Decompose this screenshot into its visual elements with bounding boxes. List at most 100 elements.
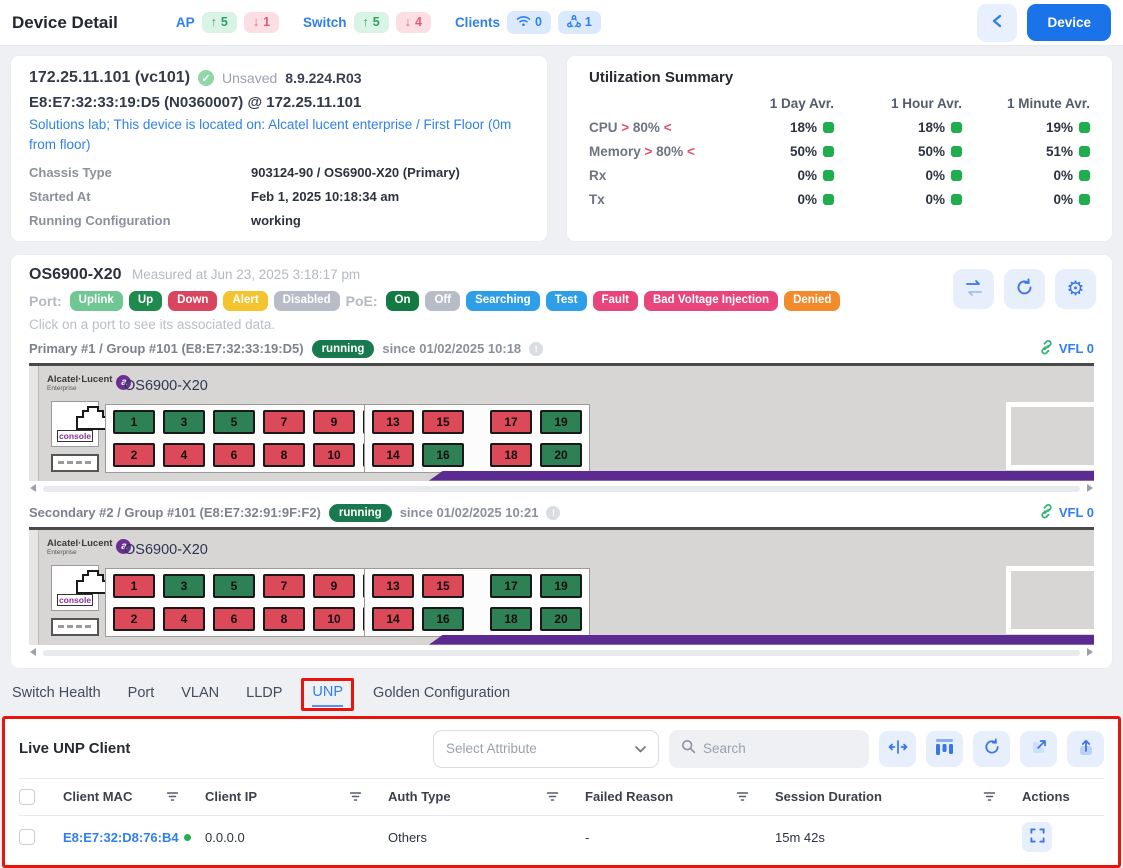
search-input[interactable] — [703, 741, 833, 756]
row-checkbox[interactable] — [19, 829, 35, 845]
stat-badge-up[interactable]: ↑5 — [354, 12, 389, 33]
port-18[interactable]: 18 — [490, 443, 532, 467]
port-13[interactable]: 13 — [372, 410, 414, 434]
swap-arrows-icon — [964, 279, 984, 300]
refresh-button[interactable] — [1004, 269, 1045, 309]
upload-icon — [1078, 739, 1094, 759]
port-15[interactable]: 15 — [422, 574, 464, 598]
port-1[interactable]: 1 — [113, 410, 155, 434]
port-4[interactable]: 4 — [163, 607, 205, 631]
client-mac-link[interactable]: E8:E7:32:D8:76:B4 — [63, 830, 179, 845]
stat-ap: AP↑5↓1 — [176, 12, 279, 33]
port-8[interactable]: 8 — [263, 607, 305, 631]
metric-threshold: > 80% < — [618, 120, 672, 135]
stat-badge-mesh[interactable]: 1 — [558, 11, 601, 35]
port-17[interactable]: 17 — [490, 410, 532, 434]
port-4[interactable]: 4 — [163, 443, 205, 467]
diagram-scrollbar[interactable] — [29, 647, 1094, 660]
stat-badge-up[interactable]: ↑5 — [202, 12, 237, 33]
port-17[interactable]: 17 — [490, 574, 532, 598]
collapse-back-button[interactable] — [977, 4, 1017, 42]
swap-view-button[interactable] — [953, 269, 994, 309]
port-19[interactable]: 19 — [540, 574, 582, 598]
expand-details-button[interactable] — [1022, 822, 1052, 852]
refresh-table-button[interactable] — [973, 731, 1010, 767]
stat-badge-down[interactable]: ↓1 — [244, 12, 279, 33]
tab-golden-configuration[interactable]: Golden Configuration — [373, 685, 510, 706]
vfl-link[interactable]: VFL 0 — [1039, 504, 1094, 522]
port-9[interactable]: 9 — [313, 574, 355, 598]
info-icon[interactable]: ! — [529, 342, 543, 356]
columns-button[interactable] — [926, 731, 963, 767]
port-2[interactable]: 2 — [113, 443, 155, 467]
metric-value: 18% — [834, 120, 962, 135]
console-port[interactable]: console — [51, 565, 99, 611]
usb-port[interactable] — [51, 454, 99, 472]
link-icon — [1039, 504, 1054, 522]
expand-icon — [1030, 828, 1045, 846]
port-5[interactable]: 5 — [213, 410, 255, 434]
status-ok-icon — [823, 122, 834, 133]
port-10[interactable]: 10 — [313, 607, 355, 631]
port-3[interactable]: 3 — [163, 410, 205, 434]
device-location-link[interactable]: Solutions lab; This device is located on… — [29, 115, 529, 154]
stat-switch: Switch↑5↓4 — [303, 12, 431, 33]
vfl-link[interactable]: VFL 0 — [1039, 340, 1094, 358]
port-20[interactable]: 20 — [540, 443, 582, 467]
row-checkbox-cell — [19, 829, 63, 845]
export-button[interactable] — [1067, 731, 1104, 767]
poe-status-badge: Test — [546, 291, 587, 311]
settings-button[interactable]: ⚙ — [1055, 269, 1096, 309]
tab-vlan[interactable]: VLAN — [181, 685, 219, 706]
select-attribute-dropdown[interactable]: Select Attribute — [433, 730, 659, 768]
port-16[interactable]: 16 — [422, 607, 464, 631]
port-13[interactable]: 13 — [372, 574, 414, 598]
filter-icon — [166, 791, 179, 802]
fit-columns-button[interactable] — [879, 731, 916, 767]
stat-badge-wifi[interactable]: 0 — [507, 11, 551, 34]
console-column: console — [49, 565, 101, 636]
select-all-checkbox[interactable] — [19, 789, 35, 805]
open-external-button[interactable] — [1020, 731, 1057, 767]
tab-port[interactable]: Port — [128, 685, 155, 706]
usb-port[interactable] — [51, 618, 99, 636]
port-3[interactable]: 3 — [163, 574, 205, 598]
port-18[interactable]: 18 — [490, 607, 532, 631]
panel-title: Live UNP Client — [19, 740, 130, 757]
diagram-scrollbar[interactable] — [29, 483, 1094, 496]
port-15[interactable]: 15 — [422, 410, 464, 434]
port-8[interactable]: 8 — [263, 443, 305, 467]
port-7[interactable]: 7 — [263, 574, 305, 598]
tab-unp[interactable]: UNP — [312, 684, 343, 707]
device-button[interactable]: Device — [1027, 4, 1111, 41]
tab-switch-health[interactable]: Switch Health — [12, 685, 101, 706]
port-1[interactable]: 1 — [113, 574, 155, 598]
scrollbar-track[interactable] — [43, 650, 1080, 656]
info-icon[interactable]: ! — [546, 506, 560, 520]
port-status-badge: Up — [129, 291, 162, 311]
port-9[interactable]: 9 — [313, 410, 355, 434]
tab-lldp[interactable]: LLDP — [246, 685, 282, 706]
stat-badge-down[interactable]: ↓4 — [396, 12, 431, 33]
port-6[interactable]: 6 — [213, 443, 255, 467]
port-16[interactable]: 16 — [422, 443, 464, 467]
port-19[interactable]: 19 — [540, 410, 582, 434]
search-field[interactable] — [669, 730, 869, 768]
port-14[interactable]: 14 — [372, 607, 414, 631]
chevron-left-icon — [991, 14, 1003, 31]
port-7[interactable]: 7 — [263, 410, 305, 434]
port-10[interactable]: 10 — [313, 443, 355, 467]
port-6[interactable]: 6 — [213, 607, 255, 631]
port-row: 1357911 — [113, 410, 405, 434]
threshold-value: 80% — [656, 144, 683, 159]
port-20[interactable]: 20 — [540, 607, 582, 631]
status-ok-icon — [1079, 194, 1090, 205]
console-port[interactable]: console — [51, 401, 99, 447]
port-2[interactable]: 2 — [113, 607, 155, 631]
scrollbar-track[interactable] — [43, 486, 1080, 492]
client-mac-cell: E8:E7:32:D8:76:B4 — [63, 830, 205, 845]
port-5[interactable]: 5 — [213, 574, 255, 598]
annotation-red-box: Live UNP Client Select Attribute — [2, 716, 1121, 868]
port-14[interactable]: 14 — [372, 443, 414, 467]
vfl-label: VFL 0 — [1059, 505, 1094, 520]
